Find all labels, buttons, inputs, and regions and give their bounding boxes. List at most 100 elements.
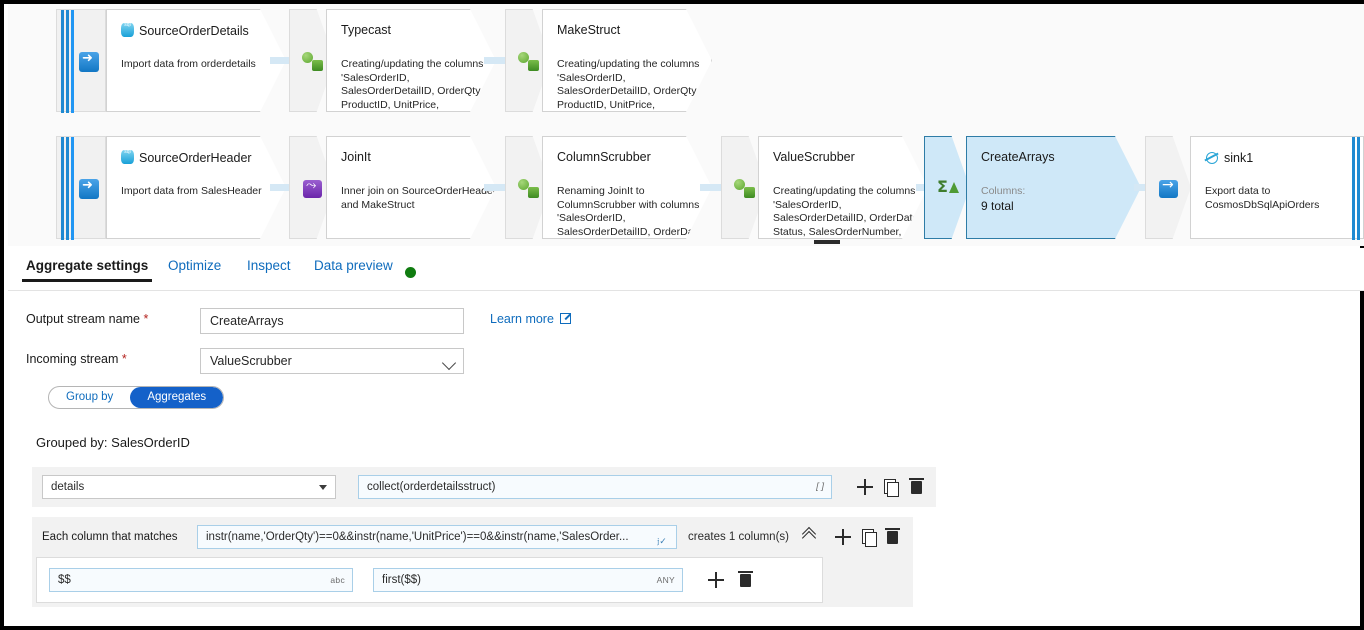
mode-toggle[interactable]: Group by Aggregates (48, 386, 225, 409)
sql-database-icon (121, 23, 134, 37)
tab-aggregate-settings[interactable]: Aggregate settings (21, 258, 153, 282)
incoming-stream-row: Incoming stream * ValueScrubber (26, 348, 506, 374)
node-description: Renaming JoinIt to ColumnScrubber with c… (557, 185, 706, 238)
toggle-group-by[interactable]: Group by (49, 387, 130, 408)
duplicate-aggregate-button[interactable] (882, 477, 900, 497)
output-stream-label: Output stream name * (26, 312, 149, 326)
expression-builder-icon[interactable]: 𝔧✓ (657, 530, 670, 546)
source-stripe-orderdetails[interactable] (56, 9, 106, 113)
node-columnscrubber[interactable]: ColumnScrubber Renaming JoinIt to Column… (542, 136, 712, 239)
node-makestruct[interactable]: MakeStruct Creating/updating the columns… (542, 9, 712, 112)
chevron-up-icon[interactable] (802, 527, 816, 543)
node-title: sink1 (1205, 150, 1253, 165)
transform-stub-createarrays[interactable] (924, 136, 970, 239)
derived-column-icon (518, 179, 540, 199)
aggregate-column-value: details (51, 481, 85, 493)
transform-stub-sink[interactable] (1145, 136, 1191, 239)
node-description: Import data from orderdetails (121, 58, 256, 70)
column-pattern-card: Each column that matches instr(name,'Ord… (32, 517, 913, 607)
pattern-name-input[interactable]: $$ abc (49, 568, 353, 592)
node-title: ColumnScrubber (557, 150, 651, 164)
node-description: Inner join on SourceOrderHeader and Make… (341, 185, 497, 211)
external-link-icon (559, 313, 571, 324)
node-description: Export data to CosmosDbSqlApiOrders (1205, 185, 1320, 211)
pattern-value-value: first($$) (382, 574, 421, 586)
node-columns-value: 9 total (981, 199, 1014, 213)
add-transform-button[interactable]: + (479, 220, 489, 237)
aggregate-column-select[interactable]: details (42, 475, 336, 499)
delete-aggregate-button[interactable] (908, 477, 926, 497)
each-column-matches-label: Each column that matches (42, 531, 178, 543)
output-stream-row: Output stream name * CreateArrays Learn … (26, 308, 726, 334)
node-title: ValueScrubber (773, 150, 855, 164)
incoming-stream-select[interactable]: ValueScrubber (200, 348, 464, 374)
add-mapping-button[interactable] (707, 570, 725, 590)
node-title: SourceOrderDetails (121, 23, 249, 38)
aggregate-row-card: details collect(orderdetailsstruct) [ ] (32, 467, 936, 507)
derived-column-icon (302, 52, 324, 72)
pattern-name-type: abc (330, 575, 345, 585)
sink-icon (1158, 177, 1180, 199)
learn-more-link[interactable]: Learn more (490, 312, 571, 326)
tab-data-preview[interactable]: Data preview (314, 258, 393, 273)
output-stream-input[interactable]: CreateArrays (200, 308, 464, 334)
derived-column-icon (734, 179, 756, 199)
source-icon (79, 51, 99, 72)
node-source-order-header[interactable]: SourceOrderHeader Import data from Sales… (106, 136, 286, 239)
match-expression-input[interactable]: instr(name,'OrderQty')==0&&instr(name,'U… (197, 525, 677, 549)
pattern-value-type: ANY (656, 575, 675, 585)
aggregate-icon (937, 177, 959, 199)
node-title: MakeStruct (557, 23, 621, 37)
chevron-down-icon (441, 355, 457, 371)
data-flow-canvas[interactable]: SourceOrderDetails Import data from orde… (8, 4, 1364, 246)
add-transform-button[interactable]: + (1124, 220, 1134, 237)
node-description: Creating/updating the columns 'SalesOrde… (341, 58, 484, 111)
add-aggregate-button[interactable] (856, 477, 874, 497)
source-icon (79, 178, 99, 199)
node-description: Import data from SalesHeader (121, 185, 262, 197)
add-transform-button[interactable]: + (479, 93, 489, 110)
match-expression-value: instr(name,'OrderQty')==0&&instr(name,'U… (206, 531, 629, 543)
aggregate-expression-input[interactable]: collect(orderdetailsstruct) [ ] (358, 475, 832, 499)
sql-database-icon (121, 150, 134, 164)
join-icon (302, 178, 324, 199)
pattern-value-input[interactable]: first($$) ANY (373, 568, 683, 592)
duplicate-pattern-button[interactable] (860, 527, 878, 547)
node-title: SourceOrderHeader (121, 150, 252, 165)
tab-inspect[interactable]: Inspect (247, 258, 291, 273)
toggle-aggregates[interactable]: Aggregates (130, 387, 224, 408)
node-columns-label: Columns: (981, 185, 1026, 197)
node-typecast[interactable]: Typecast Creating/updating the columns '… (326, 9, 496, 112)
add-transform-button[interactable]: + (269, 93, 279, 110)
add-transform-button[interactable]: + (269, 220, 279, 237)
add-transform-button[interactable]: + (911, 220, 921, 237)
node-title: JoinIt (341, 150, 371, 164)
node-sink1[interactable]: sink1 Export data to CosmosDbSqlApiOrder… (1190, 136, 1364, 240)
delete-pattern-button[interactable] (884, 527, 902, 547)
incoming-stream-value: ValueScrubber (210, 354, 292, 368)
source-accent-bars (61, 10, 75, 113)
aggregate-expression-value: collect(orderdetailsstruct) (367, 481, 496, 493)
add-pattern-button[interactable] (834, 527, 852, 547)
canvas-scrollbar[interactable] (814, 240, 840, 244)
mode-toggle-row: Group by Aggregates (26, 386, 226, 412)
add-transform-button[interactable]: + (695, 93, 705, 110)
node-source-order-details[interactable]: SourceOrderDetails Import data from orde… (106, 9, 286, 112)
node-valuescrubber[interactable]: ValueScrubber Creating/updating the colu… (758, 136, 928, 239)
delete-mapping-button[interactable] (737, 570, 755, 590)
node-title: Typecast (341, 23, 392, 37)
source-stripe-orderheader[interactable] (56, 136, 106, 240)
creates-columns-text: creates 1 column(s) (688, 531, 789, 543)
settings-tab-bar: Aggregate settings Optimize Inspect Data… (8, 248, 1364, 291)
cosmos-db-icon (1205, 150, 1219, 164)
app-window: SourceOrderDetails Import data from orde… (0, 0, 1364, 630)
sink-accent-bars (1351, 137, 1363, 240)
node-joinit[interactable]: JoinIt Inner join on SourceOrderHeader a… (326, 136, 496, 239)
add-transform-button[interactable]: + (695, 220, 705, 237)
tab-optimize[interactable]: Optimize (168, 258, 221, 273)
pattern-name-value: $$ (58, 574, 71, 586)
node-createarrays[interactable]: CreateArrays Columns: 9 total + (966, 136, 1141, 239)
node-description: Creating/updating the columns 'SalesOrde… (557, 58, 700, 111)
grouped-by-text: Grouped by: SalesOrderID (36, 435, 190, 450)
data-preview-status-dot (405, 267, 416, 278)
